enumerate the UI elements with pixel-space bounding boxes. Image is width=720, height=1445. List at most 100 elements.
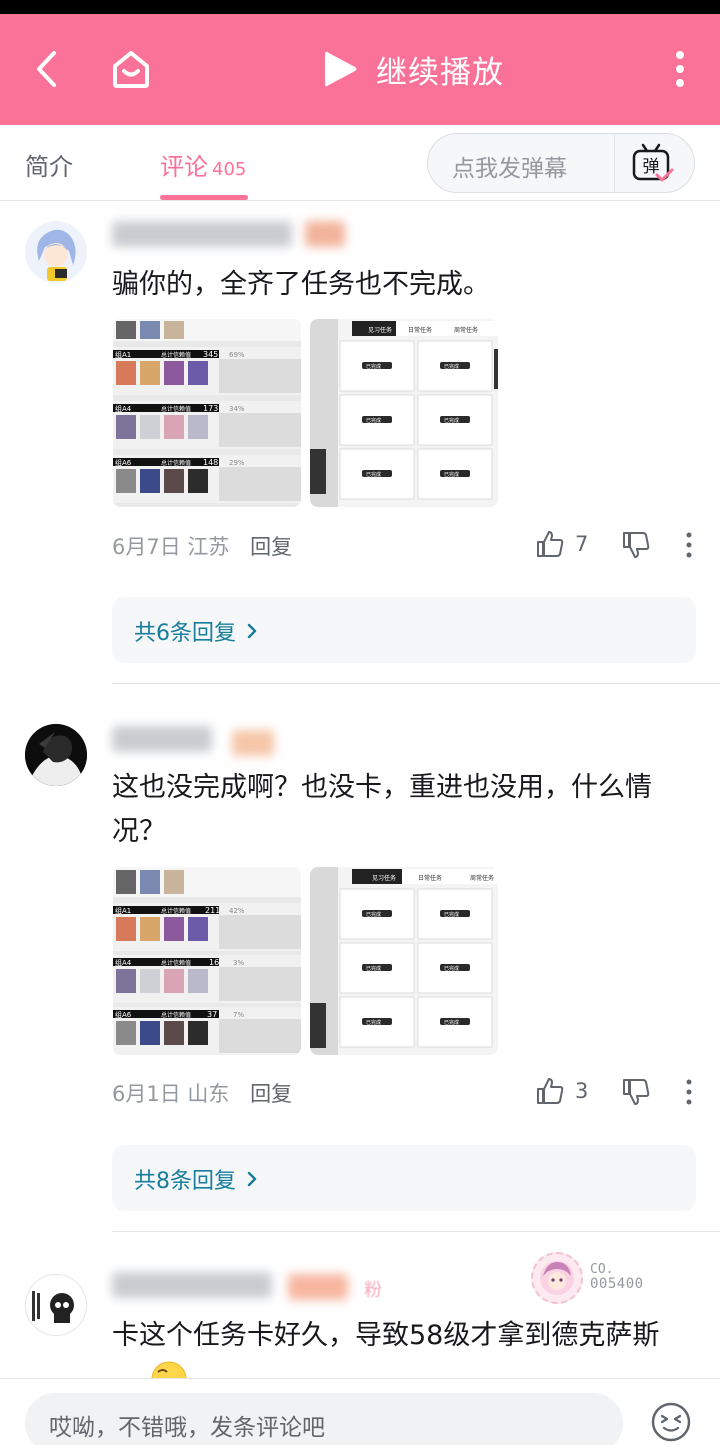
svg-text:周常任务: 周常任务 [470, 874, 494, 882]
crying-laugh-emoji-icon [151, 1361, 187, 1378]
comment-image-content: 见习任务 日常任务 周常任务 已完成 已完成 已完成 已完成 已完成 已完成 [310, 319, 498, 507]
comment-composer-bar: 哎呦，不错哦，发条评论吧 [0, 1378, 720, 1445]
svg-text:16: 16 [209, 958, 219, 967]
chevron-right-icon [247, 623, 257, 639]
comment-more-button[interactable] [682, 1079, 696, 1109]
continue-play-button[interactable]: 继续播放 [322, 46, 504, 92]
svg-text:总计信赖值: 总计信赖值 [161, 405, 191, 413]
decoration-number-line1: CO. [590, 1262, 614, 1277]
svg-text:组A4: 组A4 [115, 404, 132, 413]
back-icon [37, 51, 56, 87]
comment-input[interactable]: 哎呦，不错哦，发条评论吧 [25, 1393, 623, 1445]
comment-image-content: 组A1 总计信赖值 211 42% 组A4 总计信赖值 16 3% 组A6 总计… [113, 867, 301, 1055]
comment-location: 江苏 [187, 535, 230, 559]
thumb-up-icon [537, 531, 564, 557]
svg-text:3%: 3% [233, 959, 244, 967]
comment-image[interactable]: 见习任务 日常任务 周常任务 已完成 已完成 已完成 已完成 已完成 已完成 [310, 319, 498, 507]
comment-input-placeholder: 哎呦，不错哦，发条评论吧 [49, 1415, 325, 1441]
decoration-number-line2: 005400 [590, 1276, 644, 1292]
svg-text:总计信赖值: 总计信赖值 [161, 459, 191, 467]
svg-text:日常任务: 日常任务 [418, 874, 442, 882]
svg-text:29%: 29% [229, 459, 245, 467]
emoji-icon [651, 1402, 691, 1442]
danmaku-divider [614, 134, 615, 192]
more-vertical-icon [686, 532, 692, 558]
like-button[interactable]: 3 [535, 1076, 588, 1106]
avatar[interactable] [25, 1274, 87, 1336]
like-button[interactable]: 7 [535, 529, 588, 559]
svg-text:已完成: 已完成 [366, 363, 381, 370]
replies-summary[interactable]: 共6条回复 [112, 597, 696, 663]
comment-meta: 6月7日 江苏 回复 [112, 531, 292, 561]
comment-item: 粉 CO. 005400 卡这个任务卡好久，导致58级才拿到德克萨斯 [0, 1232, 720, 1378]
replies-summary[interactable]: 共8条回复 [112, 1145, 696, 1211]
svg-text:组A1: 组A1 [115, 906, 131, 915]
comment-image[interactable]: 组A1 总计信赖值 211 42% 组A4 总计信赖值 16 3% 组A6 总计… [113, 867, 301, 1055]
continue-play-label: 继续播放 [376, 54, 504, 91]
username-redacted[interactable] [112, 726, 212, 752]
svg-text:总计信赖值: 总计信赖值 [161, 351, 191, 359]
svg-text:7%: 7% [233, 1011, 244, 1019]
username-redacted[interactable] [112, 221, 292, 247]
svg-text:总计信赖值: 总计信赖值 [161, 907, 191, 915]
svg-text:总计信赖值: 总计信赖值 [161, 959, 191, 967]
tab-intro[interactable]: 简介 [25, 147, 73, 182]
avatar[interactable] [25, 221, 87, 283]
comment-image[interactable]: 组A1 总计信赖值 345 69% 组A4 总计信赖值 173 34% 组A6 … [113, 319, 301, 507]
active-tab-indicator [160, 195, 248, 200]
svg-text:已完成: 已完成 [366, 417, 381, 424]
svg-text:日常任务: 日常任务 [408, 326, 432, 334]
svg-text:周常任务: 周常任务 [454, 326, 478, 334]
svg-text:已完成: 已完成 [444, 911, 459, 918]
comment-more-button[interactable] [682, 532, 696, 562]
svg-text:组A1: 组A1 [115, 350, 131, 359]
danmaku-input[interactable]: 点我发弹幕 弹 [427, 133, 695, 193]
svg-text:34%: 34% [229, 405, 245, 413]
tab-comments[interactable]: 评论 405 [160, 147, 246, 182]
comment-image[interactable]: 见习任务 日常任务 周常任务 已完成 已完成 已完成 已完成 已完成 已完成 [310, 867, 498, 1055]
svg-text:已完成: 已完成 [444, 363, 459, 370]
emoji-button[interactable] [650, 1401, 692, 1445]
more-button[interactable] [655, 44, 705, 94]
more-vertical-icon [686, 1079, 692, 1105]
svg-text:已完成: 已完成 [444, 1019, 459, 1026]
dislike-button[interactable] [621, 1077, 651, 1111]
svg-text:已完成: 已完成 [366, 911, 381, 918]
replies-summary-label: 共8条回复 [134, 1169, 236, 1194]
comment-count: 405 [212, 159, 247, 180]
comment-text: 这也没完成啊？也没卡，重进也没用，什么情况？ [112, 772, 652, 847]
comment-item: 骗你的，全齐了任务也不完成。 组A1 总计信赖值 345 69% 组A4 总计信… [0, 201, 720, 683]
comment-image-content: 见习任务 日常任务 周常任务 已完成 已完成 已完成 已完成 已完成 已完成 [310, 867, 498, 1055]
comment-location: 山东 [187, 1082, 230, 1106]
svg-text:173: 173 [203, 404, 218, 413]
danmaku-toggle-button[interactable]: 弹 [631, 143, 675, 185]
user-level-badge-redacted [305, 221, 345, 247]
like-count: 7 [575, 532, 589, 556]
svg-text:42%: 42% [229, 907, 245, 915]
decoration-badge[interactable] [531, 1252, 583, 1304]
status-bar [0, 0, 720, 14]
back-button[interactable] [22, 44, 72, 94]
decoration-number: CO. 005400 [590, 1262, 644, 1292]
fan-badge-suffix: 粉 [364, 1280, 382, 1301]
comment-image-content: 组A1 总计信赖值 345 69% 组A4 总计信赖值 173 34% 组A6 … [113, 319, 301, 507]
home-button[interactable] [106, 44, 156, 94]
danmaku-placeholder: 点我发弹幕 [452, 156, 567, 182]
play-icon [325, 51, 357, 87]
dislike-button[interactable] [621, 530, 651, 564]
reply-button[interactable]: 回复 [250, 1082, 292, 1106]
comment-text: 卡这个任务卡好久，导致58级才拿到德克萨斯 [112, 1320, 660, 1351]
reply-button[interactable]: 回复 [250, 535, 292, 559]
svg-text:总计信赖值: 总计信赖值 [161, 1011, 191, 1019]
svg-text:见习任务: 见习任务 [368, 326, 392, 334]
content-tabs: 简介 评论 405 点我发弹幕 弹 [0, 125, 720, 201]
like-count: 3 [575, 1079, 589, 1103]
avatar[interactable] [25, 724, 87, 786]
fan-badge-redacted [288, 1274, 348, 1300]
avatar-image [26, 1275, 86, 1335]
thumb-up-icon [537, 1078, 564, 1104]
username-redacted[interactable] [112, 1272, 272, 1298]
svg-text:已完成: 已完成 [444, 471, 459, 478]
avatar-image [25, 724, 87, 786]
tab-comments-label: 评论 [160, 153, 208, 181]
